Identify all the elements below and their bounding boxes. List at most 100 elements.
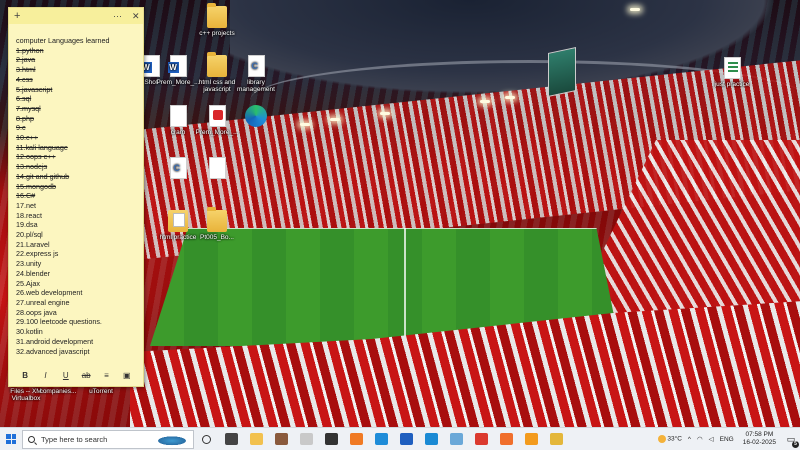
desktop-icon-utorrent[interactable]: uTorrent	[75, 388, 127, 395]
document-icon	[208, 157, 226, 179]
note-list-item: 11.kali language	[16, 142, 68, 152]
desktop-icon-folder[interactable]: Pt005_Bo...	[191, 207, 243, 241]
notes-app-icon	[300, 433, 313, 445]
desktop-icon-label: c++ projects	[199, 30, 235, 37]
clock[interactable]: 07:58 PM 16-02-2025	[737, 431, 782, 447]
sticky-note-header[interactable]: + ··· ✕	[9, 8, 143, 24]
taskbar-app-photo-app[interactable]	[269, 428, 294, 450]
xampp-icon	[350, 433, 363, 445]
note-list-item: 29.100 leetcode questions.	[16, 317, 102, 327]
note-list-item: 28.oops java	[16, 307, 57, 317]
note-list-item: 18.react	[16, 210, 42, 220]
taskbar-app-terminal[interactable]	[319, 428, 344, 450]
note-list-item: 7.mysql	[16, 103, 41, 113]
insert-image-button[interactable]: ▣	[120, 371, 134, 380]
note-list-item: 22.express js	[16, 249, 59, 259]
floodlight	[300, 123, 310, 126]
language-indicator[interactable]: ENG	[717, 436, 737, 443]
cortana-button[interactable]	[194, 428, 219, 450]
note-list-item: 17.net	[16, 200, 36, 210]
taskbar-apps	[219, 428, 569, 450]
note-list-item: 4.css	[16, 74, 33, 84]
sticky-note-window[interactable]: + ··· ✕ computer Languages learned 1.pyt…	[8, 7, 144, 387]
note-list-item: 30.kotlin	[16, 327, 43, 337]
chrome-icon	[475, 433, 488, 445]
desktop-icon-code-file[interactable]: library management	[230, 55, 282, 94]
desktop-icon-label: Prem_More_...	[195, 129, 239, 136]
menu-button[interactable]: ···	[113, 9, 122, 23]
note-list-item: 19.dsa	[16, 220, 38, 230]
note-list-item: 32.advanced javascript	[16, 346, 90, 356]
desktop-icon-folder[interactable]: c++ projects	[191, 3, 243, 37]
taskbar-app-virtualbox[interactable]	[394, 428, 419, 450]
desktop-icon-label: uTorrent	[89, 388, 113, 395]
note-list-item: 16.C#	[16, 191, 36, 201]
clock-time: 07:58 PM	[745, 431, 774, 438]
stadium-video-screen	[548, 47, 576, 97]
photo-app-icon	[275, 433, 288, 445]
desktop-icon-label: companies...	[39, 388, 77, 395]
taskbar-search-box[interactable]: Type here to search	[22, 429, 194, 449]
note-list-item: 2.java	[16, 55, 36, 65]
volume-icon[interactable]: ◁	[706, 435, 717, 443]
note-list-item: 23.unity	[16, 259, 42, 269]
taskbar-app-notes-app[interactable]	[294, 428, 319, 450]
desktop-icon-label: Virtualbox	[11, 395, 41, 403]
note-list-item: 31.android development	[16, 336, 94, 346]
strikethrough-button[interactable]: ab	[79, 371, 93, 380]
add-note-button[interactable]: +	[14, 9, 20, 23]
desktop-icon-doc[interactable]	[191, 157, 243, 181]
note-list-item: 10.c++	[16, 133, 38, 143]
system-tray: 33°C ^ ◠ ◁ ENG 07:58 PM 16-02-2025 ▭ 5	[655, 428, 800, 450]
desktop-icon-label: library management	[237, 79, 275, 94]
sticky-note-content[interactable]: computer Languages learned 1.python 2.jav…	[9, 24, 143, 356]
wifi-icon[interactable]: ◠	[694, 435, 706, 443]
note-list-item: 5.javascript	[16, 84, 53, 94]
desktop-icon-label: just practice	[714, 81, 750, 88]
note-title: computer Languages learned	[16, 36, 110, 45]
taskbar-app-vscode[interactable]	[419, 428, 444, 450]
note-list-item: 27.unreal engine	[16, 297, 70, 307]
note-list-item: 12.oops c++	[16, 152, 56, 162]
code-file-icon	[169, 157, 187, 179]
desktop-icon-edge[interactable]	[230, 105, 282, 129]
show-hidden-icons[interactable]: ^	[685, 436, 694, 443]
italic-button[interactable]: I	[38, 371, 52, 380]
note-list-item: 8.php	[16, 113, 34, 123]
file-manager-blue-icon	[450, 433, 463, 445]
vscode-icon	[425, 433, 438, 445]
taskbar-app-media-app[interactable]	[544, 428, 569, 450]
taskbar-app-xampp[interactable]	[344, 428, 369, 450]
document-icon	[169, 105, 187, 127]
floodlight	[380, 112, 390, 115]
close-button[interactable]: ✕	[132, 9, 140, 23]
taskbar-app-sublime[interactable]	[519, 428, 544, 450]
taskbar-app-task-view[interactable]	[219, 428, 244, 450]
desktop-icon-sheet[interactable]: just practice	[706, 57, 758, 88]
notification-center-button[interactable]: ▭ 5	[782, 428, 800, 450]
search-highlight-image	[153, 431, 191, 448]
sun-icon	[657, 435, 666, 443]
word-document-icon	[167, 55, 187, 77]
desktop-icon-label: Pt005_Bo...	[200, 234, 234, 241]
note-list-item: 25.Ajax	[16, 278, 40, 288]
start-button[interactable]	[0, 428, 22, 450]
taskbar-app-file-manager-blue[interactable]	[444, 428, 469, 450]
cortana-circle-icon	[202, 434, 211, 444]
sublime-icon	[525, 433, 538, 445]
brave-icon	[500, 433, 513, 445]
taskbar-app-file-explorer[interactable]	[244, 428, 269, 450]
notification-count: 5	[792, 440, 799, 448]
bold-button[interactable]: B	[18, 371, 32, 380]
taskbar-app-edge-browser[interactable]	[369, 428, 394, 450]
note-list-item: 15.mongodb	[16, 181, 56, 191]
underline-button[interactable]: U	[59, 371, 73, 380]
edge-browser-icon	[375, 433, 388, 445]
taskbar-app-chrome[interactable]	[469, 428, 494, 450]
bullet-list-button[interactable]: ≡	[99, 371, 113, 380]
code-file-icon	[247, 55, 265, 77]
pitch-halfway-line	[403, 228, 406, 346]
taskbar-app-brave[interactable]	[494, 428, 519, 450]
weather-widget[interactable]: 33°C	[655, 435, 685, 443]
search-placeholder: Type here to search	[41, 434, 108, 444]
